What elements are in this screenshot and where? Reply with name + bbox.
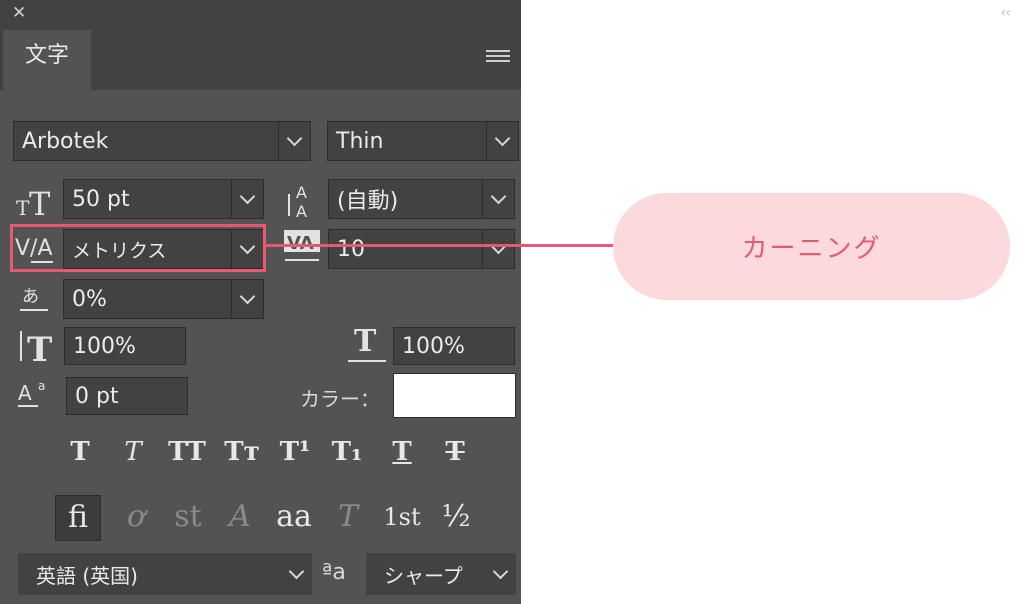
swash-button[interactable]: A	[218, 495, 262, 539]
chevron-down-icon	[482, 230, 514, 268]
chevron-down-icon	[281, 553, 312, 595]
svg-text:あ: あ	[22, 287, 39, 307]
standard-ligatures-button[interactable]: ﬁ	[55, 495, 101, 541]
font-style-dropdown[interactable]: Thin	[327, 121, 519, 161]
svg-text:T: T	[29, 185, 51, 218]
titling-alternates-button[interactable]: T	[326, 495, 370, 539]
chevron-down-icon	[482, 180, 514, 218]
faux-italic-button[interactable]: T	[113, 434, 153, 470]
font-size-value: 50 pt	[72, 186, 130, 212]
tsume-dropdown[interactable]: 0%	[63, 279, 264, 319]
font-style-value: Thin	[336, 128, 384, 154]
superscript-button[interactable]: T¹	[275, 434, 315, 470]
fractions-button[interactable]: ½	[434, 495, 478, 539]
font-size-dropdown[interactable]: 50 pt	[63, 179, 264, 219]
language-value: 英語 (英国)	[36, 563, 138, 588]
all-caps-button[interactable]: TT	[163, 434, 211, 470]
baseline-shift-field[interactable]: 0 pt	[66, 377, 188, 415]
svg-text:A: A	[296, 202, 307, 220]
font-family-dropdown[interactable]: Arbotek	[13, 121, 311, 161]
horizontal-scale-field[interactable]: 100%	[393, 327, 515, 365]
kerning-callout: カーニング	[613, 193, 1010, 300]
stylistic-alternates-button[interactable]: aa	[272, 495, 316, 539]
leading-value: (自動)	[337, 189, 399, 214]
antialias-value: シャープ	[384, 563, 463, 588]
font-family-value: Arbotek	[22, 128, 109, 154]
tracking-dropdown[interactable]: 10	[328, 229, 515, 269]
strikethrough-button[interactable]: T	[435, 434, 475, 470]
antialias-icon: ªa	[322, 560, 346, 585]
chevron-down-icon	[278, 122, 310, 160]
language-dropdown[interactable]: 英語 (英国)	[18, 553, 312, 595]
chevron-down-icon	[231, 280, 263, 318]
svg-text:T: T	[16, 196, 30, 218]
svg-text:T: T	[354, 325, 377, 359]
leading-icon: A A	[288, 183, 307, 220]
svg-text:T: T	[27, 330, 52, 367]
color-swatch[interactable]	[393, 373, 516, 418]
underline-button[interactable]: T	[382, 434, 422, 470]
horizontal-scale-icon: T	[348, 325, 386, 362]
tsume-icon: あ	[20, 287, 48, 311]
faux-bold-button[interactable]: T	[60, 434, 100, 470]
tsume-value: 0%	[72, 286, 107, 312]
antialias-dropdown[interactable]: シャープ	[366, 553, 516, 595]
vertical-scale-icon: T	[20, 330, 52, 367]
baseline-shift-icon: A a	[18, 379, 45, 407]
color-label: カラー：	[300, 387, 380, 411]
tracking-icon: VA	[284, 230, 320, 261]
chevron-down-icon	[485, 553, 516, 595]
panel-menu-icon[interactable]	[486, 50, 510, 66]
svg-text:A: A	[18, 381, 32, 405]
subscript-button[interactable]: T₁	[327, 434, 367, 470]
panel-titlebar	[0, 0, 521, 26]
kerning-highlight	[10, 224, 266, 272]
svg-text:a: a	[38, 379, 45, 393]
small-caps-button[interactable]: Tт	[218, 434, 266, 470]
ordinals-button[interactable]: 1st	[378, 495, 426, 539]
callout-connector	[266, 244, 616, 247]
font-size-icon: T T	[16, 185, 51, 218]
vertical-scale-field[interactable]: 100%	[64, 327, 186, 365]
leading-dropdown[interactable]: (自動)	[328, 179, 515, 219]
discretionary-ligatures-button[interactable]: st	[166, 495, 210, 539]
svg-text:A: A	[296, 183, 307, 202]
tracking-value: 10	[337, 236, 365, 262]
close-icon[interactable]: ✕	[12, 3, 26, 23]
collapse-icon[interactable]: ‹‹	[1000, 3, 1011, 23]
chevron-down-icon	[486, 122, 518, 160]
contextual-alternates-button[interactable]: ơ	[114, 495, 158, 539]
tab-character[interactable]: 文字	[3, 30, 91, 92]
chevron-down-icon	[231, 180, 263, 218]
